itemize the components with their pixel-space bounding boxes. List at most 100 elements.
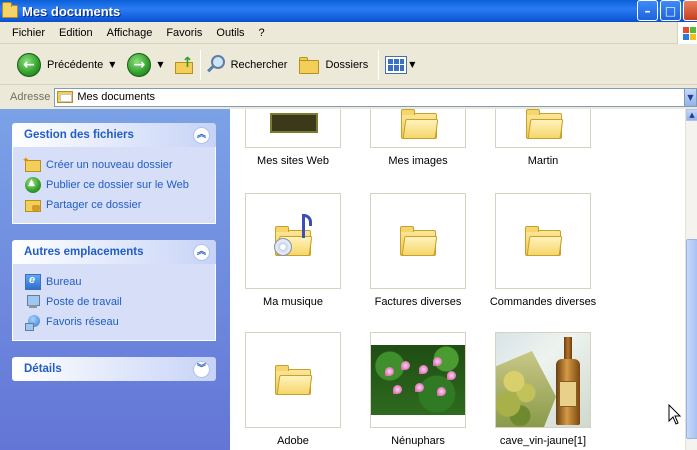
file-item[interactable]: Nénuphars <box>358 332 478 447</box>
music-note-icon <box>296 214 312 244</box>
address-bar: Adresse Mes documents ▼ <box>0 86 697 108</box>
menu-affichage[interactable]: Affichage <box>107 27 153 39</box>
address-dropdown-icon[interactable]: ▼ <box>684 88 696 106</box>
back-arrow-icon: ← <box>17 52 41 77</box>
forward-arrow-icon: → <box>127 52 152 77</box>
file-view: Mes sites Web Mes images Martin Ma musiq… <box>230 109 685 450</box>
file-name: Mes images <box>388 155 448 167</box>
share-folder-icon <box>25 200 41 212</box>
network-icon <box>25 314 41 331</box>
details-panel: Détails ︾ <box>12 357 216 381</box>
search-icon <box>205 54 227 76</box>
file-item[interactable]: cave_vin-jaune[1] <box>483 332 603 447</box>
folder-icon <box>370 193 466 289</box>
window-title: Mes documents <box>22 3 121 19</box>
task-share-folder[interactable]: Partager ce dossier <box>25 195 215 215</box>
menu-edition[interactable]: Edition <box>59 27 93 39</box>
music-folder-icon <box>245 193 341 289</box>
scroll-up-icon[interactable]: ▲ <box>686 109 697 121</box>
place-desktop[interactable]: Bureau <box>25 272 215 292</box>
expand-icon[interactable]: ︾ <box>193 360 210 378</box>
image-thumbnail <box>370 332 466 428</box>
task-pane: Gestion des fichiers ︽ Créer un nouveau … <box>0 109 230 450</box>
place-network[interactable]: Favoris réseau <box>25 312 215 332</box>
collapse-icon[interactable]: ︽ <box>193 243 210 261</box>
task-new-folder[interactable]: Créer un nouveau dossier <box>22 155 215 175</box>
minimize-button[interactable]: – <box>637 0 658 21</box>
windows-logo-icon <box>677 22 697 44</box>
menu-outils[interactable]: Outils <box>216 27 244 39</box>
place-label: Poste de travail <box>46 296 122 308</box>
address-label: Adresse <box>10 91 51 103</box>
menu-fichier[interactable]: Fichier <box>12 27 45 39</box>
file-item[interactable]: Mes sites Web <box>233 109 353 167</box>
menu-bar: Fichier Edition Affichage Favoris Outils… <box>0 22 697 44</box>
back-button[interactable]: ← Précédente ▼ <box>17 50 115 80</box>
toolbar: ← Précédente ▼ → ▼ ↑ Rechercher Dossiers… <box>0 45 697 85</box>
file-item[interactable]: Factures diverses <box>358 193 478 308</box>
maximize-button[interactable]: □ <box>660 0 681 21</box>
title-bar[interactable]: Mes documents – □ <box>0 0 697 22</box>
task-label: Partager ce dossier <box>46 199 142 211</box>
collapse-icon[interactable]: ︽ <box>193 126 210 144</box>
search-button-label: Rechercher <box>230 58 288 71</box>
back-dropdown-icon[interactable]: ▼ <box>109 60 115 69</box>
place-my-computer[interactable]: Poste de travail <box>25 292 215 312</box>
address-input[interactable]: Mes documents ▼ <box>54 87 697 107</box>
file-tasks-body: Créer un nouveau dossier Publier ce doss… <box>12 147 216 224</box>
other-places-panel: Autres emplacements ︽ Bureau Poste de tr… <box>12 240 216 341</box>
place-label: Favoris réseau <box>46 316 119 328</box>
folders-button[interactable]: Dossiers <box>299 50 368 80</box>
file-name: Nénuphars <box>391 435 445 447</box>
details-header[interactable]: Détails ︾ <box>12 357 216 381</box>
file-name: cave_vin-jaune[1] <box>499 435 587 447</box>
web-folder-icon <box>245 109 341 148</box>
file-item[interactable]: Ma musique <box>233 193 353 308</box>
folder-icon <box>495 109 591 148</box>
other-places-header[interactable]: Autres emplacements ︽ <box>12 240 216 264</box>
up-folder-icon: ↑ <box>174 55 196 75</box>
close-button[interactable] <box>683 0 697 21</box>
folders-icon <box>299 56 321 74</box>
file-item[interactable]: Martin <box>483 109 603 167</box>
documents-folder-icon <box>57 91 74 103</box>
folder-icon <box>495 193 591 289</box>
mouse-cursor-icon <box>668 404 682 425</box>
wine-bottle-image <box>496 333 590 427</box>
water-lily-image <box>371 345 465 415</box>
publish-web-icon <box>25 177 41 193</box>
file-item[interactable]: Commandes diverses <box>483 193 603 308</box>
menu-favoris[interactable]: Favoris <box>166 27 202 39</box>
new-folder-icon <box>22 155 41 172</box>
file-name: Factures diverses <box>374 296 462 308</box>
file-item[interactable]: Mes images <box>358 109 478 167</box>
cd-icon <box>274 238 292 256</box>
views-button[interactable]: ▼ <box>385 50 415 80</box>
scroll-thumb[interactable] <box>686 239 697 439</box>
folder-icon <box>2 1 18 18</box>
file-name: Commandes diverses <box>489 296 597 308</box>
file-item[interactable]: Adobe <box>233 332 353 447</box>
other-places-body: Bureau Poste de travail Favoris réseau <box>12 264 216 341</box>
folder-icon <box>245 332 341 428</box>
back-button-label: Précédente <box>47 58 104 71</box>
folders-button-label: Dossiers <box>325 58 369 71</box>
search-button[interactable]: Rechercher <box>205 50 288 80</box>
vertical-scrollbar[interactable]: ▲ <box>685 109 697 450</box>
forward-dropdown-icon[interactable]: ▼ <box>157 60 163 69</box>
other-places-title: Autres emplacements <box>24 246 144 258</box>
views-dropdown-icon[interactable]: ▼ <box>409 60 415 69</box>
file-tasks-header[interactable]: Gestion des fichiers ︽ <box>12 123 216 147</box>
file-name: Mes sites Web <box>257 155 329 167</box>
menu-help[interactable]: ? <box>259 27 265 39</box>
file-tasks-panel: Gestion des fichiers ︽ Créer un nouveau … <box>12 123 216 224</box>
toolbar-separator <box>378 49 380 80</box>
toolbar-separator <box>199 49 201 80</box>
task-label: Créer un nouveau dossier <box>46 159 173 171</box>
task-publish-web[interactable]: Publier ce dossier sur le Web <box>25 175 215 195</box>
forward-button[interactable]: → ▼ <box>127 50 164 80</box>
up-folder-button[interactable]: ↑ <box>174 50 196 80</box>
file-name: Martin <box>527 155 559 167</box>
views-icon <box>385 55 408 74</box>
image-thumbnail <box>495 332 591 428</box>
